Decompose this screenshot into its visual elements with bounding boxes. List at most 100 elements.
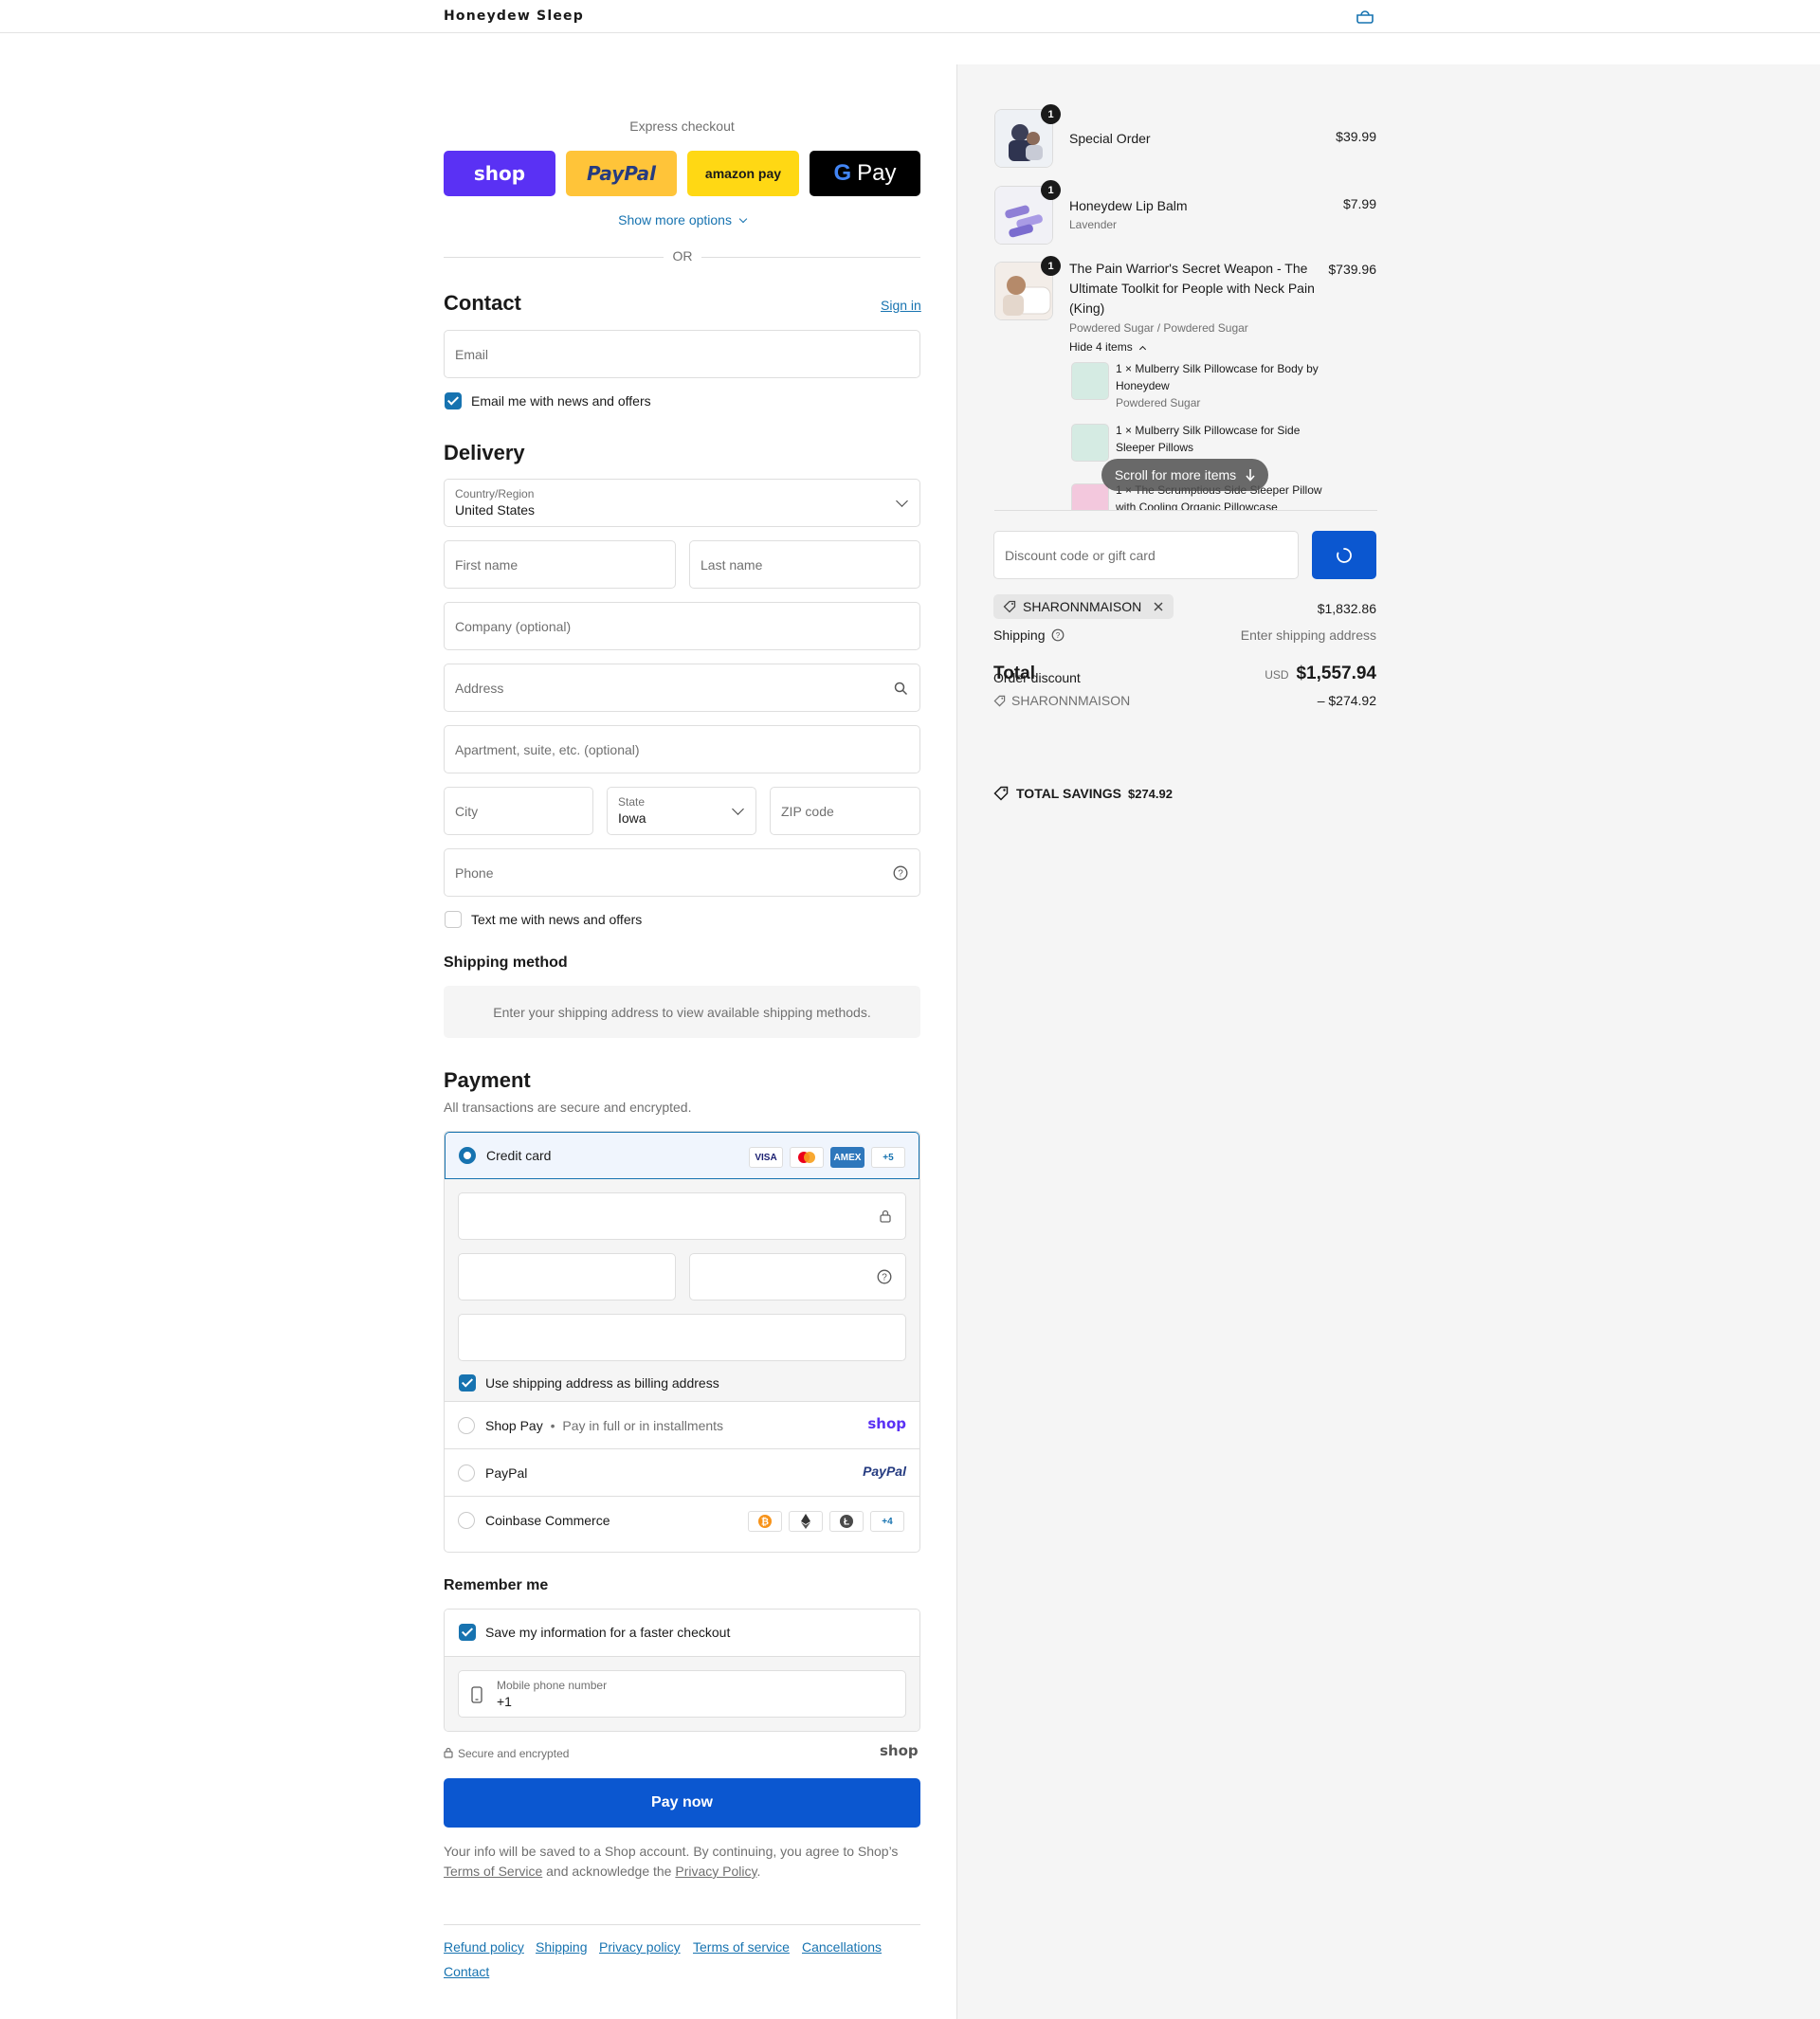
total-value: $1,557.94 [1296,664,1376,683]
total-label: Total [993,664,1035,683]
help-circle-icon[interactable]: ? [877,1269,892,1284]
email-field[interactable]: Email [444,330,920,378]
shipping-value: Enter shipping address [1240,628,1376,643]
save-info-label: Save my information for a faster checkou… [485,1625,731,1640]
phone-field[interactable]: Phone ? [444,848,920,897]
quantity-badge: 1 [1041,256,1061,276]
text-news-checkbox[interactable] [445,911,462,928]
help-circle-icon[interactable]: ? [893,865,908,881]
amex-icon: AMEX [830,1147,864,1168]
paypal-express-button[interactable]: PayPal [566,151,677,196]
coinbase-radio[interactable] [458,1512,475,1529]
svg-text:?: ? [898,869,903,880]
discount-code-field[interactable]: Discount code or gift card [993,531,1299,579]
total-savings-value: $274.92 [1127,786,1173,801]
mobile-phone-label: Mobile phone number [497,1679,608,1692]
bag-icon[interactable] [1356,9,1374,24]
brand-logo[interactable]: Honeydew Sleep [444,9,584,24]
footer-link-shipping[interactable]: Shipping [536,1939,588,1955]
discount-tag: SHARONNMAISON [993,594,1174,619]
shipping-label: Shipping [993,628,1046,643]
city-field[interactable]: City [444,787,593,835]
credit-card-radio[interactable] [459,1147,476,1164]
shop-privacy-link[interactable]: Privacy Policy [675,1864,756,1879]
billing-same-checkbox[interactable] [459,1374,476,1391]
paypal-radio[interactable] [458,1464,475,1482]
chevron-down-icon [896,494,908,507]
address-placeholder: Address [455,680,504,696]
amazon-pay-express-button[interactable]: amazon pay [687,151,799,196]
search-icon [894,682,908,696]
email-news-checkbox[interactable] [445,392,462,409]
tag-icon [993,695,1006,706]
svg-text:₿: ₿ [761,1517,769,1528]
pay-now-button[interactable]: Pay now [444,1778,920,1828]
chevron-down-icon [738,214,748,224]
more-crypto-badge: +4 [870,1511,904,1532]
first-name-placeholder: First name [455,556,519,573]
mobile-phone-field[interactable]: Mobile phone number +1 [458,1670,906,1718]
footer-link-contact[interactable]: Contact [444,1964,489,1979]
billing-same-label: Use shipping address as billing address [485,1375,719,1391]
coinbase-option[interactable]: Coinbase Commerce ₿ Ł +4 [445,1497,919,1544]
credit-card-form: ? Use shipping address as billing addres… [445,1179,919,1402]
footer-link-privacy-policy[interactable]: Privacy policy [599,1939,681,1955]
footer-link-cancellations[interactable]: Cancellations [802,1939,882,1955]
card-number-field[interactable] [458,1192,906,1240]
scroll-more-items-button[interactable]: Scroll for more items [1101,459,1268,491]
loading-spinner-icon [1337,547,1352,563]
legal-text-part-3: . [756,1864,761,1879]
paypal-logo: PayPal [863,1464,906,1479]
chevron-up-icon [1139,345,1147,354]
address-field[interactable]: Address [444,664,920,712]
currency-code: USD [1265,668,1289,682]
show-more-options-link[interactable]: Show more options [444,212,920,227]
total-amount: USD $1,557.94 [1187,664,1376,684]
save-info-row[interactable]: Save my information for a faster checkou… [445,1610,919,1657]
footer-link-terms-of-service[interactable]: Terms of service [693,1939,790,1955]
google-pay-express-button[interactable]: G Pay [810,151,920,196]
first-name-field[interactable]: First name [444,540,676,589]
close-icon[interactable] [1153,601,1164,612]
sign-in-link[interactable]: Sign in [881,298,921,313]
footer-link-refund-policy[interactable]: Refund policy [444,1939,524,1955]
paypal-logo-text: PayPal [586,162,657,185]
paypal-option[interactable]: PayPal PayPal [445,1449,919,1497]
litecoin-icon: Ł [829,1511,864,1532]
payment-heading: Payment [444,1068,531,1092]
more-cards-badge: +5 [871,1147,905,1168]
shop-pay-express-button[interactable]: shop [444,151,555,196]
shop-terms-link[interactable]: Terms of Service [444,1864,542,1879]
apply-discount-button[interactable] [1312,531,1376,579]
help-circle-icon[interactable]: ? [1051,628,1065,642]
bundle-item-variant: Powdered Sugar [1116,396,1201,409]
quantity-badge: 1 [1041,180,1061,200]
last-name-field[interactable]: Last name [689,540,920,589]
card-cvv-field[interactable]: ? [689,1253,906,1301]
shop-pay-option[interactable]: Shop Pay • Pay in full or in installment… [445,1402,919,1449]
google-g-icon: G [833,160,852,186]
card-expiry-field[interactable] [458,1253,676,1301]
delivery-heading: Delivery [444,441,525,464]
or-label: OR [664,248,701,264]
state-select[interactable]: State Iowa [607,787,756,835]
payment-subtitle: All transactions are secure and encrypte… [444,1100,692,1115]
product-name: Special Order [1069,131,1151,146]
shipping-method-message: Enter your shipping address to view avai… [444,986,920,1038]
country-select[interactable]: Country/Region United States [444,479,920,527]
apartment-field[interactable]: Apartment, suite, etc. (optional) [444,725,920,773]
save-info-checkbox[interactable] [459,1624,476,1641]
scroll-more-label: Scroll for more items [1114,467,1237,482]
hide-items-toggle[interactable]: Hide 4 items [1069,340,1147,354]
legal-text-part-2: and acknowledge the [546,1864,672,1879]
card-name-field[interactable] [458,1314,906,1361]
shop-pay-radio[interactable] [458,1416,475,1434]
product-variant: Lavender [1069,218,1118,231]
shop-logo: shop [880,1742,919,1759]
total-savings-row: TOTAL SAVINGS $274.92 [993,786,1173,801]
company-field[interactable]: Company (optional) [444,602,920,650]
credit-card-option[interactable]: Credit card VISA AMEX +5 [445,1132,919,1179]
header: Honeydew Sleep [0,0,1820,33]
zip-field[interactable]: ZIP code [770,787,920,835]
gpay-label: Pay [857,160,897,186]
